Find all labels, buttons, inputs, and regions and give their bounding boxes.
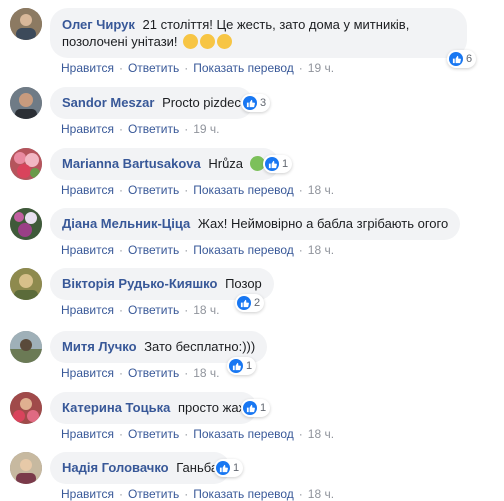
like-count: 2 — [254, 297, 261, 309]
comment-actions: Нравится · Ответить · 18 ч. — [61, 303, 220, 317]
avatar-photo-icon — [10, 208, 42, 240]
avatar[interactable] — [10, 208, 42, 240]
avatar[interactable] — [10, 87, 42, 119]
reply-button[interactable]: Ответить — [128, 243, 179, 257]
translate-button[interactable]: Показать перевод — [193, 487, 294, 501]
avatar-photo-icon — [10, 268, 42, 300]
comment-bubble: Sandor Meszar Procto pizdec — [50, 87, 253, 119]
comment-actions: Нравится · Ответить · Показать перевод · 19 ч. — [61, 61, 335, 75]
avatar-photo-icon — [10, 331, 42, 363]
like-icon — [216, 461, 230, 475]
comment-time[interactable]: 18 ч. — [308, 427, 334, 441]
comment-bubble: Marianna Bartusakova Hrůza — [50, 148, 279, 180]
frowning-face-icon — [183, 34, 199, 49]
like-button[interactable]: Нравится — [61, 243, 114, 257]
comment-author[interactable]: Sandor Meszar — [62, 95, 154, 110]
reply-button[interactable]: Ответить — [128, 183, 179, 197]
like-icon — [229, 359, 243, 373]
like-count: 1 — [233, 462, 240, 474]
like-icon — [265, 157, 279, 171]
comment-actions: Нравится · Ответить · 19 ч. — [61, 122, 220, 136]
comment-author[interactable]: Катерина Тоцька — [62, 400, 170, 415]
comment-time[interactable]: 18 ч. — [193, 303, 219, 317]
comment-bubble: Надія Головачко Ганьба — [50, 452, 231, 484]
avatar[interactable] — [10, 148, 42, 180]
comment-bubble: Олег Чирук 21 століття! Це жесть, зато д… — [50, 8, 467, 58]
comment-actions: Нравится · Ответить · Показать перевод · 18 ч. — [61, 487, 335, 501]
comment-actions: Нравится · Ответить · Показать перевод · 18 ч. — [61, 427, 335, 441]
comment-text: Жах! Неймовірно а бабла згрібають огого — [197, 216, 449, 231]
like-count: 3 — [260, 97, 267, 109]
comment-time[interactable]: 18 ч. — [193, 366, 219, 380]
comment-text: Зато бесплатно:))) — [144, 339, 256, 354]
reply-button[interactable]: Ответить — [128, 61, 179, 75]
avatar-photo-icon — [10, 392, 42, 424]
translate-button[interactable]: Показать перевод — [193, 427, 294, 441]
translate-button[interactable]: Показать перевод — [193, 243, 294, 257]
comment-author[interactable]: Вікторія Рудько-Кияшко — [62, 276, 217, 291]
like-count: 6 — [466, 53, 473, 65]
reaction-count[interactable]: 1 — [227, 357, 257, 375]
reply-button[interactable]: Ответить — [128, 303, 179, 317]
avatar-photo-icon — [10, 148, 42, 180]
reply-button[interactable]: Ответить — [128, 487, 179, 501]
avatar[interactable] — [10, 452, 42, 484]
reaction-count[interactable]: 3 — [241, 94, 271, 112]
comment-actions: Нравится · Ответить · 18 ч. — [61, 366, 220, 380]
comment-text: Ганьба — [176, 460, 219, 475]
like-icon — [237, 296, 251, 310]
like-button[interactable]: Нравится — [61, 303, 114, 317]
like-count: 1 — [246, 360, 253, 372]
like-icon — [243, 96, 257, 110]
comment-bubble: Діана Мельник-Ціца Жах! Неймовірно а баб… — [50, 208, 461, 240]
comment-actions: Нравится · Ответить · Показать перевод · 18 ч. — [61, 243, 335, 257]
comment-actions: Нравится · Ответить · Показать перевод · 18 ч. — [61, 183, 335, 197]
like-button[interactable]: Нравится — [61, 487, 114, 501]
comment-bubble: Катерина Тоцька просто жах — [50, 392, 258, 424]
comment-text: просто жах — [177, 400, 246, 415]
reply-button[interactable]: Ответить — [128, 122, 179, 136]
comment-text: Позор — [225, 276, 262, 291]
comment-time[interactable]: 18 ч. — [308, 183, 334, 197]
like-button[interactable]: Нравится — [61, 366, 114, 380]
like-count: 1 — [260, 402, 267, 414]
comment-author[interactable]: Marianna Bartusakova — [62, 156, 201, 171]
like-count: 1 — [282, 158, 289, 170]
comment-time[interactable]: 18 ч. — [308, 487, 334, 501]
reply-button[interactable]: Ответить — [128, 366, 179, 380]
like-button[interactable]: Нравится — [61, 61, 114, 75]
avatar[interactable] — [10, 268, 42, 300]
comment-author[interactable]: Митя Лучко — [62, 339, 137, 354]
like-button[interactable]: Нравится — [61, 427, 114, 441]
comment-text: Hrůza — [208, 156, 244, 171]
reaction-count[interactable]: 1 — [263, 155, 293, 173]
avatar[interactable] — [10, 331, 42, 363]
reaction-count[interactable]: 1 — [241, 399, 271, 417]
like-button[interactable]: Нравится — [61, 122, 114, 136]
translate-button[interactable]: Показать перевод — [193, 183, 294, 197]
frowning-face-icon — [200, 34, 216, 49]
reply-button[interactable]: Ответить — [128, 427, 179, 441]
comment-author[interactable]: Надія Головачко — [62, 460, 169, 475]
frowning-face-icon — [217, 34, 233, 49]
avatar-photo-icon — [10, 8, 42, 40]
like-icon — [449, 52, 463, 66]
comment-author[interactable]: Олег Чирук — [62, 17, 135, 32]
like-icon — [243, 401, 257, 415]
comment-time[interactable]: 19 ч. — [193, 122, 219, 136]
comment-time[interactable]: 18 ч. — [308, 243, 334, 257]
avatar-photo-icon — [10, 87, 42, 119]
like-button[interactable]: Нравится — [61, 183, 114, 197]
comment-author[interactable]: Діана Мельник-Ціца — [62, 216, 190, 231]
avatar[interactable] — [10, 392, 42, 424]
translate-button[interactable]: Показать перевод — [193, 61, 294, 75]
comment-text: Procto pizdec — [162, 95, 241, 110]
avatar-photo-icon — [10, 452, 42, 484]
reaction-count[interactable]: 6 — [447, 50, 477, 68]
reaction-count[interactable]: 1 — [214, 459, 244, 477]
reaction-count[interactable]: 2 — [235, 294, 265, 312]
avatar[interactable] — [10, 8, 42, 40]
comment-time[interactable]: 19 ч. — [308, 61, 334, 75]
